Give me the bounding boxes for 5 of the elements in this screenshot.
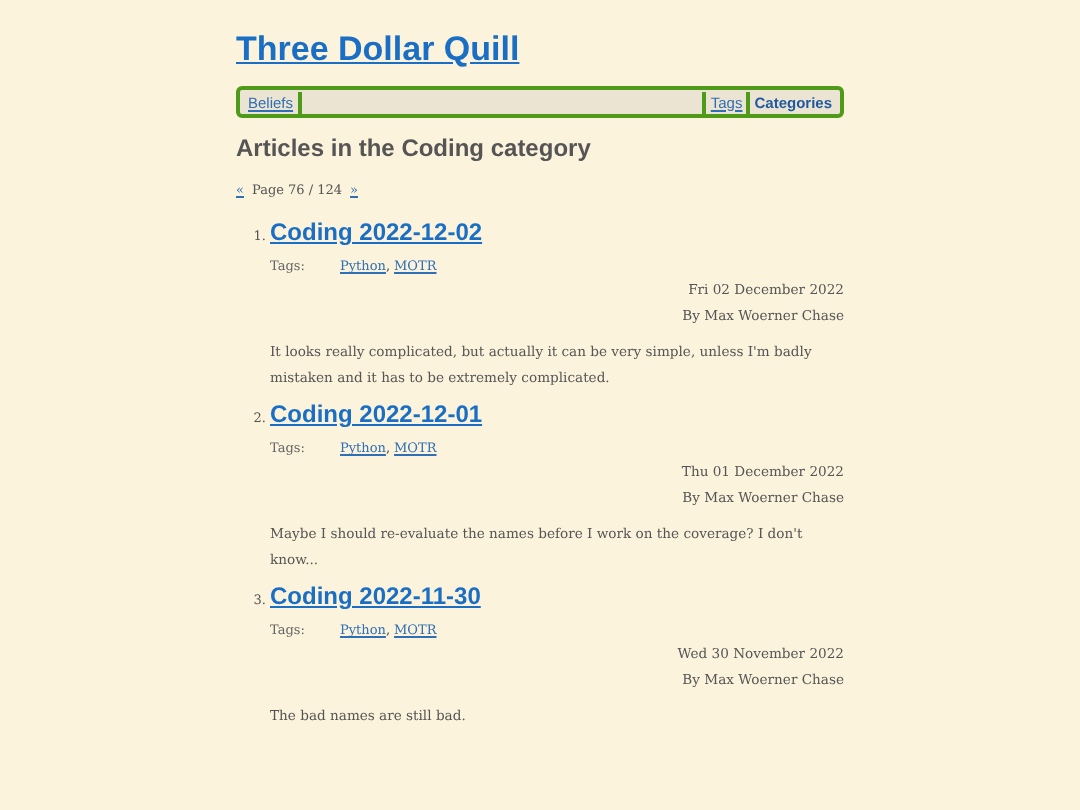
- article-title-link[interactable]: Coding 2022-12-02: [270, 218, 483, 246]
- site-title-link[interactable]: Three Dollar Quill: [236, 30, 520, 68]
- article-title-link[interactable]: Coding 2022-11-30: [270, 582, 481, 610]
- article-title-link[interactable]: Coding 2022-12-01: [270, 400, 483, 428]
- category-heading: Articles in the Coding category: [236, 134, 593, 164]
